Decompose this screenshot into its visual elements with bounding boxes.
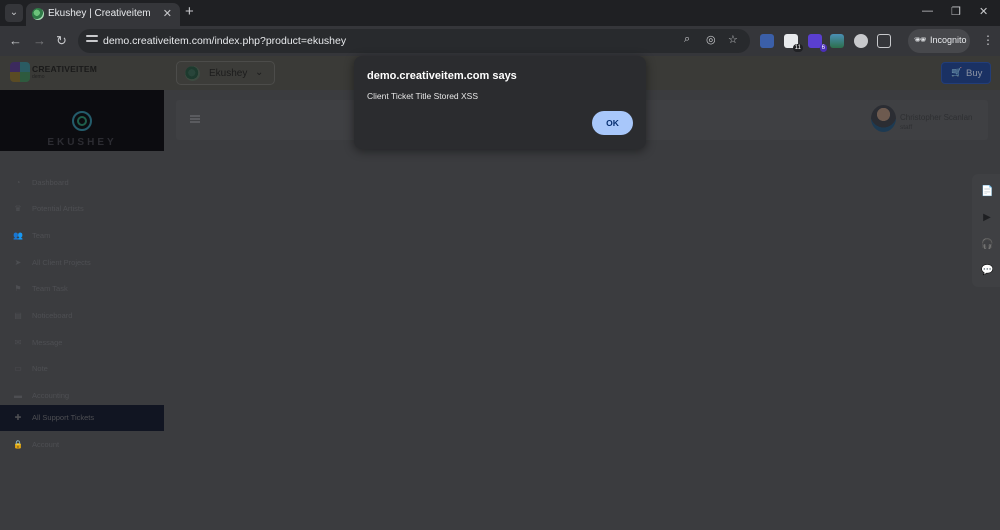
reload-icon[interactable]: ↻ xyxy=(56,33,67,49)
sidebar-item-label: Noticeboard xyxy=(32,311,73,320)
tab-close-icon[interactable]: ✕ xyxy=(163,7,172,20)
dashboard-icon: ◔ xyxy=(15,178,21,187)
sidebar-item-team-task[interactable]: ⚑ Team Task xyxy=(0,276,164,302)
users-icon: 👥 xyxy=(13,231,23,240)
site-info-icon[interactable] xyxy=(86,35,98,47)
sidebar-item-label: All Support Tickets xyxy=(32,413,95,422)
sidebar-logo: EKUSHEY xyxy=(0,90,164,151)
user-name[interactable]: Christopher Scanlan xyxy=(900,113,972,122)
incognito-label: Incognito xyxy=(930,35,967,45)
ok-button[interactable]: OK xyxy=(592,111,633,135)
sidebar-item-note[interactable]: ▭ Note xyxy=(0,356,164,382)
chevron-down-icon: ⌄ xyxy=(255,67,264,78)
sidebar-item-label: Note xyxy=(32,364,48,373)
buy-label: Buy xyxy=(966,68,983,79)
sidebar-item-label: Team xyxy=(32,231,51,240)
noticeboard-icon: ▤ xyxy=(14,311,22,320)
tab-title: Ekushey | Creativeitem xyxy=(48,8,151,19)
extensions-puzzle-icon[interactable] xyxy=(877,34,891,48)
sidebar-item-label: Potential Artists xyxy=(32,204,84,213)
hamburger-menu-icon[interactable] xyxy=(190,115,200,123)
support-icon: ✚ xyxy=(14,413,22,422)
sidebar-item-noticeboard[interactable]: ▤ Noticeboard xyxy=(0,303,164,329)
task-icon: ⚑ xyxy=(14,284,22,293)
browser-tab[interactable]: Ekushey | Creativeitem ✕ xyxy=(26,3,180,26)
sidebar-item-label: Dashboard xyxy=(32,178,69,187)
ekushey-logo-icon xyxy=(185,66,200,81)
dialog-message: Client Ticket Title Stored XSS xyxy=(367,91,479,101)
zoom-icon[interactable]: ⌕ xyxy=(684,33,690,46)
ekushey-logo-icon xyxy=(72,111,92,131)
browser-tab-bar: ⌄ Ekushey | Creativeitem ✕ + — ❐ ✕ xyxy=(0,0,1000,26)
product-select[interactable]: Ekushey ⌄ xyxy=(176,61,275,85)
play-icon[interactable]: ▶ xyxy=(981,212,993,224)
browser-toolbar: ← → ↻ demo.creativeitem.com/index.php?pr… xyxy=(0,26,1000,56)
dialog-title: demo.creativeitem.com says xyxy=(367,70,517,82)
tab-favicon-icon xyxy=(32,8,44,20)
buy-button[interactable]: 🛒 Buy xyxy=(941,62,991,84)
sidebar-item-label: All Client Projects xyxy=(32,258,91,267)
address-bar[interactable]: demo.creativeitem.com/index.php?product=… xyxy=(78,29,750,53)
brand-sub: demo xyxy=(32,74,45,80)
url-text[interactable]: demo.creativeitem.com/index.php?product=… xyxy=(103,35,346,47)
extension-badge: 11 xyxy=(792,44,803,52)
extension-shield-icon[interactable] xyxy=(760,34,774,48)
tab-search-chevron-icon[interactable]: ⌄ xyxy=(5,4,23,22)
sidebar-item-label: Team Task xyxy=(32,284,68,293)
sidebar-item-all-support-tickets[interactable]: ✚ All Support Tickets xyxy=(0,405,164,431)
user-role: staff xyxy=(900,124,913,131)
sidebar-item-label: Accounting xyxy=(32,391,70,400)
message-icon: ✉ xyxy=(14,338,22,347)
browser-menu-icon[interactable]: ⋮ xyxy=(982,34,994,46)
sidebar-item-team[interactable]: 👥 Team xyxy=(0,223,164,249)
extension-badge: 6 xyxy=(819,44,827,52)
headset-icon[interactable]: 🎧 xyxy=(981,239,993,251)
floating-help-panel: 📄 ▶ 🎧 💬 xyxy=(972,174,1000,287)
incognito-indicator[interactable]: 🕶 Incognito xyxy=(908,29,970,53)
brand-name: CREATIVEITEM xyxy=(32,64,98,74)
chat-icon[interactable]: 💬 xyxy=(981,265,993,277)
extension-purple-icon[interactable]: 6 xyxy=(808,34,827,52)
cart-icon: 🛒 xyxy=(951,67,963,77)
trophy-icon: ♛ xyxy=(14,204,22,213)
send-icon: ➤ xyxy=(14,258,22,267)
document-icon[interactable]: 📄 xyxy=(981,186,993,198)
lock-icon: 🔒 xyxy=(13,440,23,449)
incognito-icon: 🕶 xyxy=(914,35,927,46)
forward-arrow-icon[interactable]: → xyxy=(33,33,46,49)
sidebar-item-all-client-projects[interactable]: ➤ All Client Projects xyxy=(0,250,164,276)
sidebar-item-label: Message xyxy=(32,338,63,347)
extension-calendar-icon[interactable]: 11 xyxy=(784,34,803,52)
product-name: Ekushey xyxy=(209,68,248,79)
extension-mountain-icon[interactable] xyxy=(830,34,844,48)
alert-dialog: demo.creativeitem.com says Client Ticket… xyxy=(354,56,646,149)
accounting-icon: ▬ xyxy=(14,391,22,400)
restore-icon[interactable]: ❐ xyxy=(951,5,961,18)
back-arrow-icon[interactable]: ← xyxy=(9,33,22,49)
sidebar-logo-text: EKUSHEY xyxy=(47,137,117,148)
sidebar-item-message[interactable]: ✉ Message xyxy=(0,330,164,356)
window-close-icon[interactable]: ✕ xyxy=(979,5,988,18)
eye-off-icon[interactable]: ◎ xyxy=(706,33,716,46)
new-tab-button[interactable]: + xyxy=(185,3,194,21)
sidebar-item-account[interactable]: 🔒 Account xyxy=(0,432,164,458)
sidebar-item-label: Account xyxy=(32,440,60,449)
extension-globe-icon[interactable] xyxy=(854,34,868,48)
avatar[interactable] xyxy=(871,105,896,132)
creativeitem-logo-icon xyxy=(10,62,30,82)
sidebar-item-potential-artists[interactable]: ♛ Potential Artists xyxy=(0,196,164,222)
bookmark-star-icon[interactable]: ☆ xyxy=(728,33,738,46)
note-icon: ▭ xyxy=(14,364,22,373)
sidebar-item-dashboard[interactable]: ◔ Dashboard xyxy=(0,170,164,196)
minimize-icon[interactable]: — xyxy=(922,5,933,17)
sidebar: EKUSHEY ◔ Dashboard ♛ Potential Artists … xyxy=(0,90,164,530)
